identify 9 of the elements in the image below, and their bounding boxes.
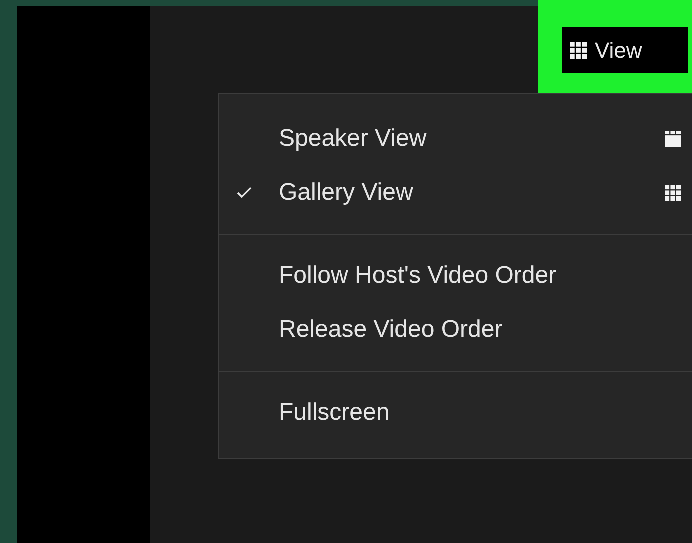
- view-button[interactable]: View: [562, 27, 688, 73]
- menu-item[interactable]: Release Video Order: [219, 303, 692, 357]
- speaker-layout-icon: [665, 131, 681, 147]
- menu-item[interactable]: Fullscreen: [219, 386, 692, 440]
- grid-icon: [570, 42, 587, 58]
- grid-icon: [665, 185, 681, 201]
- menu-item[interactable]: Follow Host's Video Order: [219, 249, 692, 303]
- menu-item[interactable]: Speaker View: [219, 112, 692, 166]
- menu-item[interactable]: Gallery View: [219, 166, 692, 220]
